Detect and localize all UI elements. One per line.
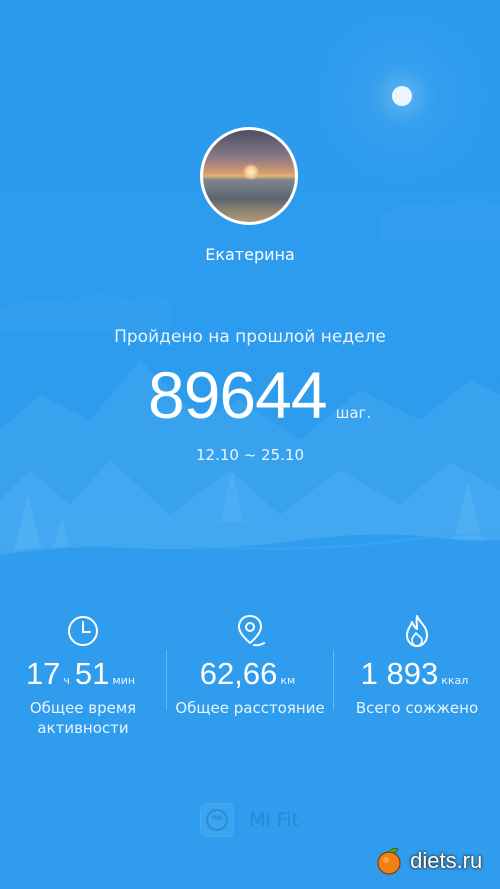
- stat-activity-time: 17 ч 51 мин Общее время активности: [0, 612, 166, 742]
- distance-label: Общее расстояние: [175, 699, 325, 717]
- user-name: Екатерина: [205, 245, 295, 264]
- mi-fit-logo-icon: mi: [200, 803, 234, 837]
- steps-value: 89644: [148, 358, 328, 432]
- activity-label: Общее время активности: [0, 698, 166, 738]
- share-card-screen: Екатерина Пройдено на прошлой неделе 896…: [0, 0, 500, 889]
- stat-distance: 62,66 км Общее расстояние: [167, 612, 333, 742]
- calories-value-row: 1 893 ккал: [334, 656, 500, 692]
- flame-icon: [406, 615, 428, 647]
- brand-name: Mi Fit: [249, 809, 300, 831]
- calories-label: Всего сожжено: [355, 699, 479, 717]
- distance-value: 62,66: [199, 656, 278, 691]
- last-week-label: Пройдено на прошлой неделе: [114, 327, 386, 347]
- avatar-sunset-glow: [243, 164, 259, 180]
- activity-minutes-unit: мин: [112, 674, 136, 687]
- logo-text: mi: [211, 813, 223, 822]
- calories-value: 1 893: [360, 656, 439, 691]
- activity-label-line2: активности: [37, 719, 129, 737]
- activity-value-row: 17 ч 51 мин: [0, 656, 166, 692]
- activity-label-line1: Общее время: [29, 699, 137, 717]
- distance-unit: км: [280, 674, 296, 687]
- user-avatar[interactable]: [200, 127, 298, 225]
- calories-unit: ккал: [441, 674, 469, 687]
- date-range: 12.10 ~ 25.10: [196, 446, 304, 464]
- watermark-text: diets.ru: [410, 848, 483, 873]
- clock-icon: [68, 616, 98, 646]
- activity-hours-unit: ч: [63, 674, 70, 687]
- steps-unit: шаг.: [335, 404, 372, 422]
- sun-decoration: [392, 86, 412, 106]
- mi-fit-brand: mi Mi Fit: [200, 803, 299, 839]
- activity-hours: 17: [25, 656, 61, 691]
- stats-panel: 17 ч 51 мин Общее время активности 62,66 км …: [0, 612, 500, 742]
- distance-value-row: 62,66 км: [167, 656, 333, 692]
- orange-fruit-icon: [377, 848, 401, 875]
- activity-minutes: 51: [74, 656, 110, 691]
- weekly-steps: 89644 шаг.: [148, 355, 371, 435]
- diets-watermark: diets.ru: [374, 846, 498, 884]
- stat-calories: 1 893 ккал Всего сожжено: [334, 612, 500, 742]
- location-pin-icon: [238, 615, 265, 647]
